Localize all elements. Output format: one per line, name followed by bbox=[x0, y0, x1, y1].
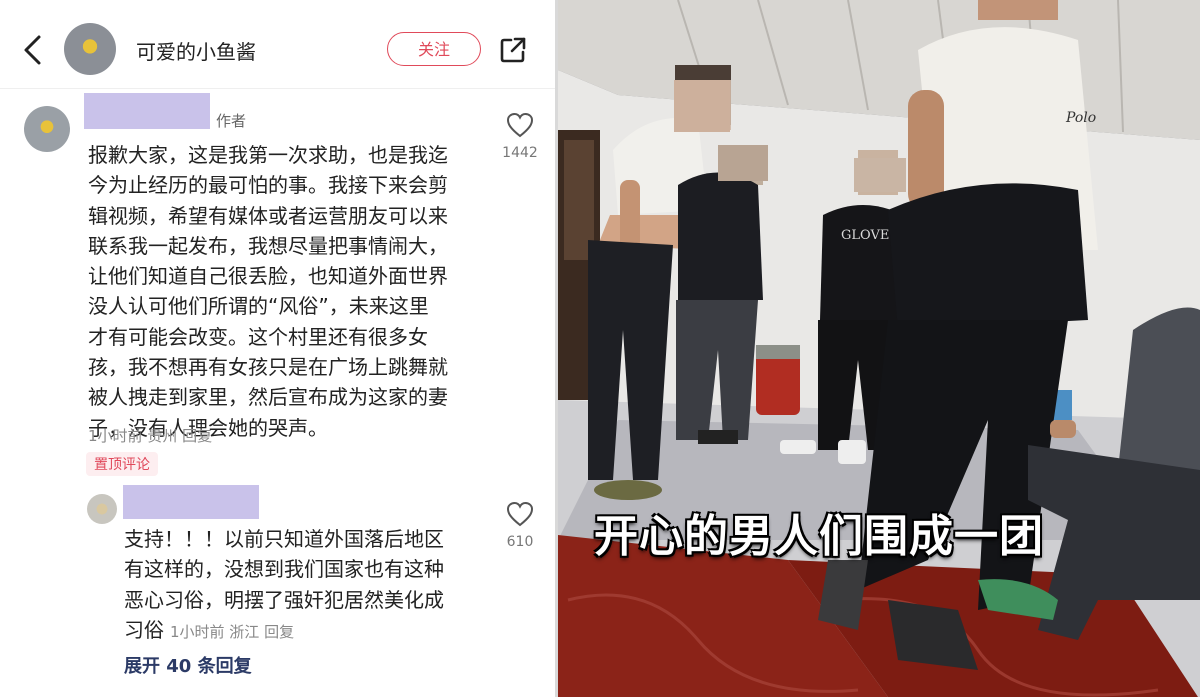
commenter-avatar[interactable] bbox=[24, 106, 70, 152]
like-count: 610 bbox=[506, 534, 534, 550]
follow-button[interactable]: 关注 bbox=[387, 32, 481, 66]
face-blur bbox=[854, 158, 906, 192]
back-arrow-icon[interactable] bbox=[20, 34, 46, 66]
shirt-logo: Polo bbox=[1066, 110, 1097, 126]
username-redacted bbox=[123, 485, 259, 519]
share-icon[interactable] bbox=[499, 36, 527, 64]
comment-line: 被人拽走到家里，然后宣布成为这家的妻 bbox=[88, 385, 448, 410]
comment-text: 支持！！！以前只知道外国落后地区 有这样的，没想到我们国家也有这种 恶心习俗，明… bbox=[124, 524, 444, 647]
face-blur bbox=[718, 145, 768, 181]
comment-line: 报歉大家，这是我第一次求助，也是我迄 bbox=[88, 143, 448, 167]
video-photo bbox=[558, 0, 1200, 697]
expand-replies-link[interactable]: 展开 40 条回复 bbox=[124, 652, 252, 678]
comment-meta[interactable]: 1小时前 浙江 回复 bbox=[170, 617, 294, 647]
comment-line: 让他们知道自己很丢脸，也知道外面世界 bbox=[88, 264, 448, 289]
comment-text: 报歉大家，这是我第一次求助，也是我迄 今为止经历的最可怕的事。我接下来会剪 辑视… bbox=[88, 140, 448, 443]
author-badge: 作者 bbox=[216, 112, 247, 130]
face-blur bbox=[674, 80, 730, 132]
comment-line: 习俗 bbox=[124, 617, 164, 642]
username-redacted bbox=[84, 93, 210, 129]
comment-line: 孩，我不想再有女孩只是在广场上跳舞就 bbox=[88, 355, 448, 380]
comment-line: 才有可能会改变。这个村里还有很多女 bbox=[88, 324, 428, 349]
commenter-avatar[interactable] bbox=[87, 494, 117, 524]
avatar[interactable] bbox=[64, 23, 116, 75]
comment-line: 恶心习俗，明摆了强奸犯居然美化成 bbox=[124, 587, 444, 612]
comment-line: 没人认可他们所谓的“风俗”，未来这里 bbox=[88, 294, 429, 319]
shirt-print: GLOVE bbox=[841, 228, 890, 243]
video-subtitle: 开心的男人们围成一团 bbox=[594, 511, 1044, 562]
header-divider bbox=[0, 88, 555, 89]
comment-line: 今为止经历的最可怕的事。我接下来会剪 bbox=[88, 173, 448, 198]
comment-line: 辑视频，希望有媒体或者运营朋友可以来 bbox=[88, 203, 448, 228]
comment-line: 联系我一起发布，我想尽量把事情闹大， bbox=[88, 233, 448, 258]
comment-panel: 可爱的小鱼酱 关注 作者 报歉大家，这是我第一次求助，也是我迄 今为止经历的最可… bbox=[0, 0, 555, 697]
heart-icon[interactable] bbox=[506, 501, 534, 527]
video-frame[interactable]: GLOVE Polo 开心的男人们围成一团 bbox=[558, 0, 1200, 697]
page-title: 可爱的小鱼酱 bbox=[136, 40, 256, 64]
comment-meta[interactable]: 1小时前 贵州 回复 bbox=[88, 425, 212, 446]
comment-line: 支持！！！以前只知道外国落后地区 bbox=[124, 527, 444, 551]
heart-icon[interactable] bbox=[506, 112, 534, 138]
comment-line: 有这样的，没想到我们国家也有这种 bbox=[124, 557, 444, 582]
like-count: 1442 bbox=[502, 145, 538, 161]
comment-last-line: 习俗 1小时前 浙江 回复 bbox=[124, 615, 444, 647]
pinned-badge: 置顶评论 bbox=[86, 452, 158, 476]
